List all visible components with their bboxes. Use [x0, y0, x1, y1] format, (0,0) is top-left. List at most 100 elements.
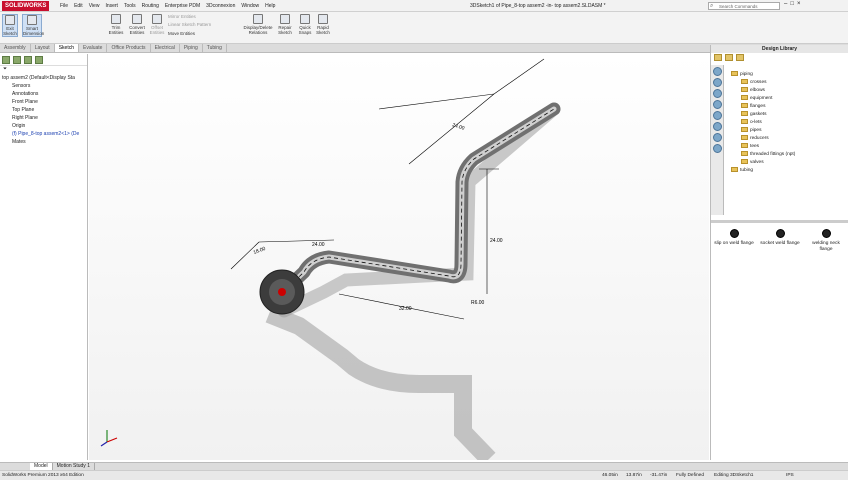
search-placeholder: Search Commands	[719, 4, 758, 9]
add-to-library-icon[interactable]	[714, 54, 722, 61]
dimension-5[interactable]: 24.00	[490, 238, 503, 244]
tab-assembly[interactable]: Assembly	[0, 44, 31, 52]
library-folder-reducers[interactable]: reducers	[727, 135, 845, 143]
offset-entities-button[interactable]: Offset Entities	[148, 14, 166, 35]
tree-item-sensors[interactable]: Sensors	[0, 82, 87, 90]
offset-icon	[152, 14, 162, 24]
tree-item-mates[interactable]: Mates	[0, 138, 87, 146]
forum-icon[interactable]	[713, 133, 722, 142]
repair-sketch-button[interactable]: Repair Sketch	[276, 14, 294, 35]
tab-electrical[interactable]: Electrical	[151, 44, 180, 52]
tree-item-front-plane[interactable]: Front Plane	[0, 98, 87, 106]
move-entities-button[interactable]: Move Entities	[168, 31, 195, 37]
feature-tree-icon[interactable]	[2, 56, 10, 64]
minimize-icon[interactable]: –	[784, 1, 787, 7]
library-file-welding-neck-flange[interactable]: welding neck flange	[805, 229, 847, 252]
library-folder-valves[interactable]: valves	[727, 159, 845, 167]
search-commands-input[interactable]: ⌕ Search Commands	[708, 2, 780, 10]
convert-entities-button[interactable]: Convert Entities	[126, 14, 148, 35]
dimension-2[interactable]: 24.00	[312, 242, 325, 248]
mirror-entities-button[interactable]: Mirror Entities	[168, 14, 196, 20]
pane-splitter[interactable]	[711, 220, 848, 223]
menu-help[interactable]: Help	[265, 0, 275, 12]
trim-icon	[111, 14, 121, 24]
library-folder-tubing[interactable]: tubing	[727, 167, 845, 175]
library-folder-olets[interactable]: o-lets	[727, 119, 845, 127]
dimension-1[interactable]: 24.00	[451, 122, 465, 132]
status-x: 46.05in	[602, 473, 618, 478]
tree-item-top-plane[interactable]: Top Plane	[0, 106, 87, 114]
maximize-icon[interactable]: □	[790, 1, 794, 7]
solidworks-logo[interactable]: SOLIDWORKS	[2, 1, 50, 11]
library-file-socket-weld-flange[interactable]: socket weld flange	[759, 229, 801, 252]
folder-icon	[741, 95, 748, 101]
status-units[interactable]: IPS	[786, 471, 794, 480]
library-folder-gaskets[interactable]: gaskets	[727, 111, 845, 119]
tab-evaluate[interactable]: Evaluate	[79, 44, 108, 52]
tree-item-annotations[interactable]: Annotations	[0, 90, 87, 98]
library-folder-flanges[interactable]: flanges	[727, 103, 845, 111]
graphics-area[interactable]: 24.00 24.00 18.00 32.00 R6.00 24.00	[89, 54, 709, 466]
menu-3dconnexion[interactable]: 3Dconnexion	[206, 0, 235, 12]
library-folder-threaded-fittings[interactable]: threaded fittings (npt)	[727, 151, 845, 159]
tree-item-root[interactable]: top assem2 (Default<Display Sta	[0, 74, 87, 82]
rapid-sketch-button[interactable]: Rapid Sketch	[314, 14, 332, 35]
close-icon[interactable]: ×	[797, 1, 801, 7]
radius-dimension[interactable]: R6.00	[471, 300, 485, 306]
quick-snaps-button[interactable]: Quick Snaps	[296, 14, 314, 35]
tab-office-products[interactable]: Office Products	[107, 44, 151, 52]
flange-icon	[729, 229, 739, 238]
menu-routing[interactable]: Routing	[142, 0, 159, 12]
menu-epdm[interactable]: Enterprise PDM	[165, 0, 200, 12]
dimxpert-icon[interactable]	[35, 56, 43, 64]
new-folder-icon[interactable]	[736, 54, 744, 61]
filter-icon[interactable]: ⏷	[0, 66, 87, 74]
status-defined: Fully Defined	[676, 473, 704, 478]
tab-motion-study[interactable]: Motion Study 1	[53, 463, 95, 470]
configuration-icon[interactable]	[24, 56, 32, 64]
view-palette-icon[interactable]	[713, 100, 722, 109]
tab-tubing[interactable]: Tubing	[203, 44, 227, 52]
trim-entities-button[interactable]: Trim Entities	[106, 14, 126, 35]
exit-sketch-button[interactable]: Exit Sketch	[2, 14, 18, 37]
design-library-icon[interactable]	[713, 78, 722, 87]
menu-file[interactable]: File	[60, 0, 68, 12]
smart-dimension-button[interactable]: Smart Dimension	[22, 14, 44, 37]
tab-sketch[interactable]: Sketch	[54, 44, 79, 52]
custom-properties-icon[interactable]	[713, 122, 722, 131]
tree-item-origin[interactable]: Origin	[0, 122, 87, 130]
resources-icon[interactable]	[713, 67, 722, 76]
menu-view[interactable]: View	[89, 0, 100, 12]
library-folder-pipes[interactable]: pipes	[727, 127, 845, 135]
exit-sketch-icon	[5, 15, 15, 25]
status-edition: SolidWorks Premium 2013 x64 Edition	[2, 473, 84, 478]
dimension-3[interactable]: 18.00	[253, 246, 267, 256]
tree-item-right-plane[interactable]: Right Plane	[0, 114, 87, 122]
tab-piping[interactable]: Piping	[180, 44, 203, 52]
tab-model[interactable]: Model	[30, 463, 53, 470]
tree-item-pipe[interactable]: (f) Pipe_8-top assem2<1> (De	[0, 130, 87, 138]
3d-content-icon[interactable]	[713, 144, 722, 153]
window-controls: – □ ×	[784, 1, 800, 7]
folder-icon	[741, 159, 748, 165]
menu-insert[interactable]: Insert	[105, 0, 118, 12]
library-folder-tees[interactable]: tees	[727, 143, 845, 151]
appearances-icon[interactable]	[713, 111, 722, 120]
display-delete-relations-button[interactable]: Display/Delete Relations	[240, 14, 276, 35]
library-file-slip-on-weld-flange[interactable]: slip on weld flange	[713, 229, 755, 252]
library-folder-elbows[interactable]: elbows	[727, 87, 845, 95]
menu-tools[interactable]: Tools	[124, 0, 136, 12]
tab-layout[interactable]: Layout	[31, 44, 55, 52]
dimension-4[interactable]: 32.00	[399, 306, 412, 312]
library-folder-crosses[interactable]: crosses	[727, 79, 845, 87]
property-manager-icon[interactable]	[13, 56, 21, 64]
library-folder-equipment[interactable]: equipment	[727, 95, 845, 103]
file-explorer-icon[interactable]	[713, 89, 722, 98]
menu-edit[interactable]: Edit	[74, 0, 83, 12]
pipe-model-view[interactable]: 24.00 24.00 18.00 32.00 R6.00 24.00	[89, 54, 709, 466]
linear-sketch-pattern-button[interactable]: Linear Sketch Pattern	[168, 22, 211, 28]
add-location-icon[interactable]	[725, 54, 733, 61]
library-folder-piping[interactable]: piping	[727, 71, 845, 79]
menu-window[interactable]: Window	[241, 0, 259, 12]
folder-icon	[741, 79, 748, 85]
